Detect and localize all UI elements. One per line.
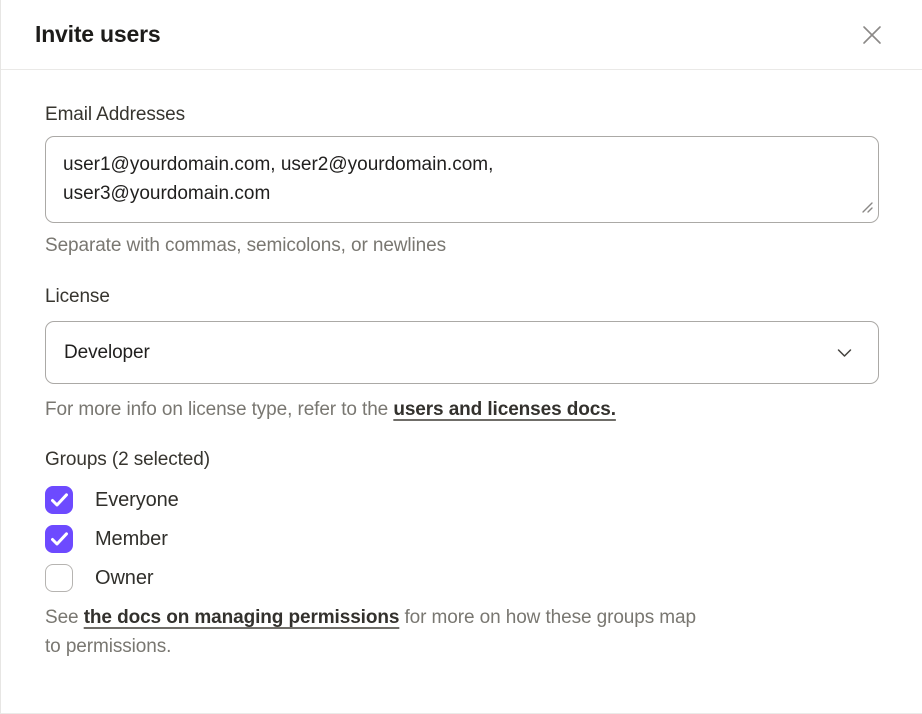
users-licenses-docs-link[interactable]: users and licenses docs. (393, 399, 616, 420)
group-label-everyone: Everyone (95, 489, 179, 512)
checkbox-everyone[interactable] (45, 486, 73, 514)
group-row-everyone[interactable]: Everyone (45, 486, 179, 514)
close-button[interactable] (854, 17, 890, 53)
license-selected-value: Developer (64, 342, 150, 364)
groups-field: Groups (2 selected) Everyone (45, 449, 878, 661)
dialog-title: Invite users (35, 21, 160, 48)
managing-permissions-docs-link[interactable]: the docs on managing permissions (84, 607, 400, 628)
chevron-down-icon (837, 348, 852, 358)
close-icon (860, 23, 884, 47)
dialog-body: Email Addresses user1@yourdomain.com, us… (1, 70, 922, 661)
license-hint-text: For more info on license type, refer to … (45, 399, 393, 420)
group-row-owner[interactable]: Owner (45, 564, 153, 592)
checkbox-member[interactable] (45, 525, 73, 553)
groups-hint: See the docs on managing permissions for… (45, 603, 878, 661)
email-textarea-wrap: user1@yourdomain.com, user2@yourdomain.c… (45, 136, 878, 223)
email-addresses-field: Email Addresses user1@yourdomain.com, us… (45, 104, 878, 257)
license-label: License (45, 286, 878, 308)
checkbox-owner[interactable] (45, 564, 73, 592)
email-hint: Separate with commas, semicolons, or new… (45, 235, 878, 257)
group-label-member: Member (95, 528, 168, 551)
groups-label: Groups (2 selected) (45, 449, 878, 471)
license-hint: For more info on license type, refer to … (45, 399, 878, 421)
groups-checkbox-list: Everyone Member (45, 486, 878, 592)
dialog-header: Invite users (1, 0, 922, 70)
email-addresses-label: Email Addresses (45, 104, 878, 126)
invite-users-dialog: Invite users Email Addresses user1@yourd… (1, 0, 922, 661)
license-select[interactable]: Developer (45, 321, 879, 384)
license-field: License Developer For more info on licen… (45, 286, 878, 421)
email-addresses-input[interactable]: user1@yourdomain.com, user2@yourdomain.c… (45, 136, 879, 223)
groups-hint-prefix: See (45, 607, 84, 628)
group-label-owner: Owner (95, 567, 153, 590)
group-row-member[interactable]: Member (45, 525, 168, 553)
